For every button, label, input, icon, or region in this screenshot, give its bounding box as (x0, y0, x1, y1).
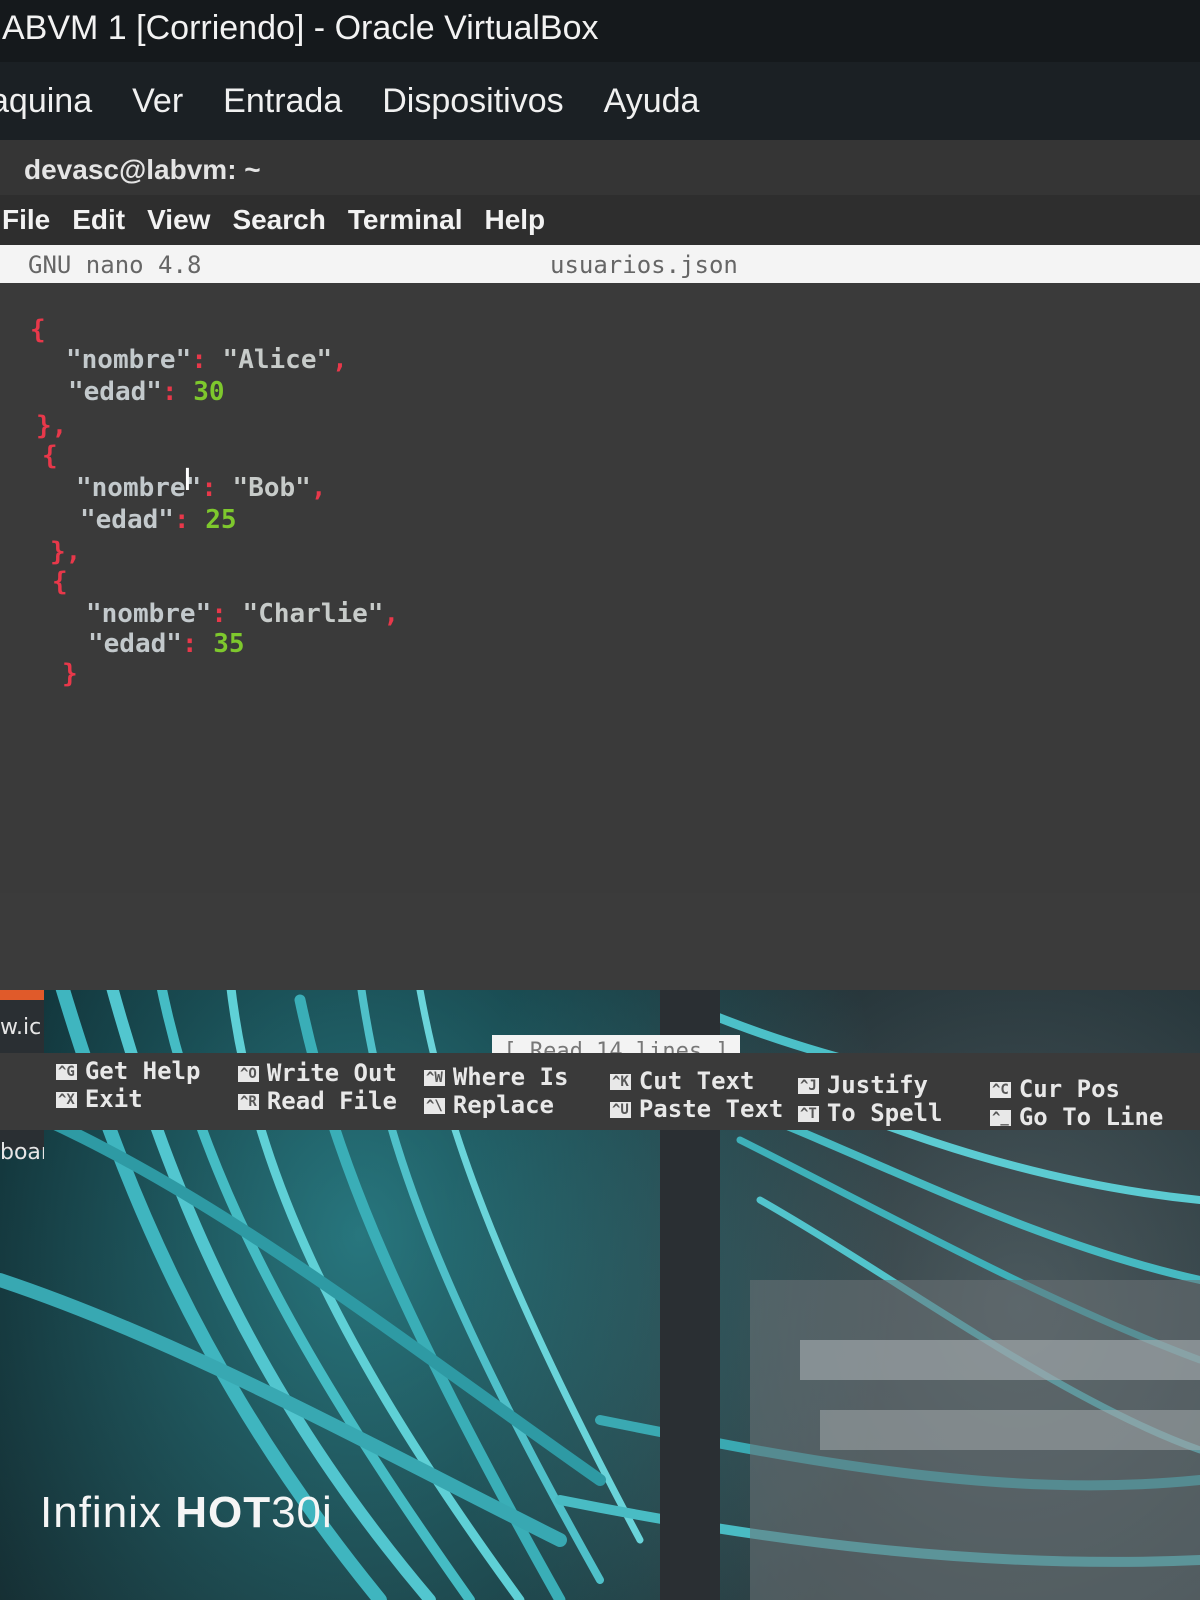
json-line: "nombre": "Charlie", (86, 599, 400, 629)
watermark-brand: Infinix (40, 1488, 162, 1537)
shortcut-justify[interactable]: ^J Justify (798, 1071, 928, 1099)
json-line: "nombre": "Bob", (76, 473, 327, 503)
terminal-menu-help[interactable]: Help (484, 204, 545, 236)
nano-header: GNU nano 4.8 usuarios.json (0, 245, 1200, 283)
nano-filename: usuarios.json (550, 251, 738, 279)
shortcut-go-to-line[interactable]: ^_ Go To Line (990, 1103, 1163, 1131)
dock-label-boar: boar (0, 1140, 44, 1165)
terminal-menubar: File Edit View Search Terminal Help (0, 195, 1200, 245)
close-brace: }, (50, 537, 82, 567)
vbox-window-title: ABVM 1 [Corriendo] - Oracle VirtualBox (0, 0, 1200, 62)
text-cursor-icon: I (183, 463, 192, 498)
watermark-number: 30i (271, 1488, 333, 1537)
terminal-window: devasc@labvm: ~ File Edit View Search Te… (0, 140, 1200, 1131)
nano-shortcut-bar: ^G Get Help ^X Exit ^O Write Out ^R Read Fil… (0, 1053, 1200, 1131)
watermark-model: HOT (175, 1488, 272, 1537)
shortcut-cut-text[interactable]: ^K Cut Text (610, 1067, 754, 1095)
vbox-menubar: aquina Ver Entrada Dispositivos Ayuda (0, 62, 1200, 140)
json-line: "edad": 35 (88, 629, 245, 659)
nano-editor-area[interactable]: { "nombre": "Alice", "edad": 30 }, { "no… (0, 283, 1200, 893)
shortcut-paste-text[interactable]: ^U Paste Text (610, 1095, 783, 1123)
terminal-title: devasc@labvm: ~ (0, 140, 1200, 195)
nano-version: GNU nano 4.8 (28, 251, 202, 279)
open-brace: { (30, 315, 46, 345)
terminal-menu-search[interactable]: Search (232, 204, 325, 236)
terminal-menu-terminal[interactable]: Terminal (348, 204, 463, 236)
dock-label-wic: w.ic (0, 1015, 42, 1040)
json-line: "edad": 30 (68, 377, 225, 407)
camera-watermark: Infinix HOT30i (40, 1488, 333, 1538)
shortcut-where-is[interactable]: ^W Where Is (424, 1063, 568, 1091)
shortcut-get-help[interactable]: ^G Get Help (56, 1057, 200, 1085)
shortcut-cur-pos[interactable]: ^C Cur Pos (990, 1075, 1120, 1103)
shortcut-read-file[interactable]: ^R Read File (238, 1087, 397, 1115)
shortcut-replace[interactable]: ^\ Replace (424, 1091, 554, 1119)
shortcut-exit[interactable]: ^X Exit (56, 1085, 143, 1113)
vbox-menu-maquina[interactable]: aquina (0, 82, 92, 121)
json-line: "edad": 25 (80, 505, 237, 535)
shortcut-to-spell[interactable]: ^T To Spell (798, 1099, 942, 1127)
vbox-menu-entrada[interactable]: Entrada (223, 82, 342, 121)
close-brace: } (62, 659, 78, 689)
terminal-menu-view[interactable]: View (147, 204, 210, 236)
vbox-menu-ver[interactable]: Ver (132, 82, 183, 121)
terminal-menu-file[interactable]: File (2, 204, 50, 236)
terminal-menu-edit[interactable]: Edit (72, 204, 125, 236)
open-brace: { (42, 441, 58, 471)
close-brace: }, (36, 411, 68, 441)
vbox-menu-ayuda[interactable]: Ayuda (604, 82, 700, 121)
json-line: "nombre": "Alice", (66, 345, 348, 375)
vbox-menu-dispositivos[interactable]: Dispositivos (382, 82, 563, 121)
shortcut-write-out[interactable]: ^O Write Out (238, 1059, 397, 1087)
open-brace: { (52, 567, 68, 597)
